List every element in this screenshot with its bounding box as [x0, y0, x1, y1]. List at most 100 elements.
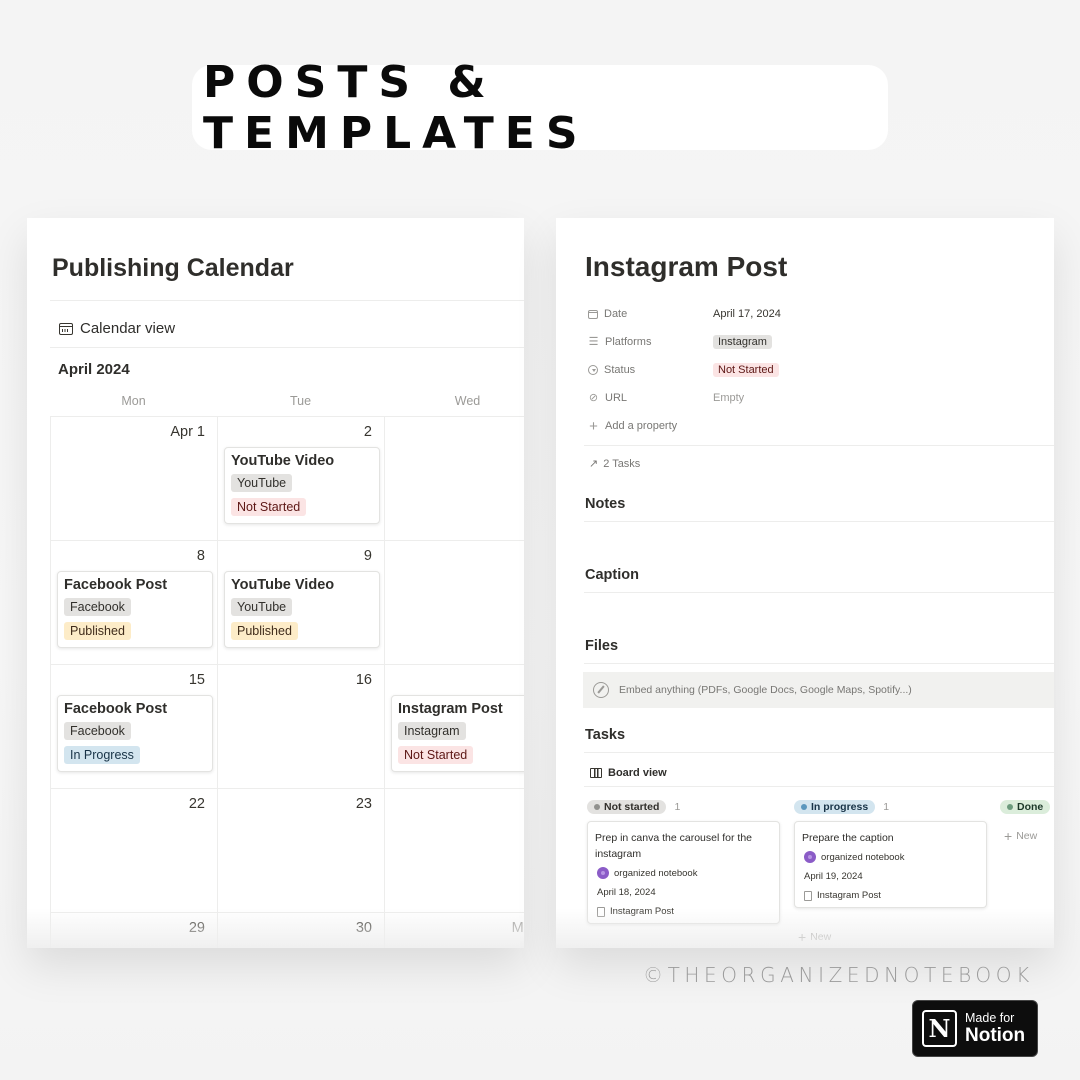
- calendar-day-cell[interactable]: 29: [50, 913, 217, 948]
- divider: [584, 445, 1054, 446]
- calendar-event-card[interactable]: Facebook Post Facebook In Progress: [57, 695, 213, 772]
- avatar: [804, 851, 816, 863]
- event-title: YouTube Video: [231, 577, 335, 593]
- status-dot-icon: [801, 804, 807, 810]
- calendar-day-cell[interactable]: 22: [50, 789, 217, 913]
- calendar-day-cell[interactable]: 23: [217, 789, 384, 913]
- page-title[interactable]: Instagram Post: [585, 251, 787, 283]
- status-badge: Not Started: [398, 746, 474, 764]
- new-task-button[interactable]: +New: [1004, 828, 1037, 844]
- calendar-day-cell[interactable]: May: [384, 913, 524, 948]
- calendar-event-card[interactable]: YouTube Video YouTube Published: [224, 571, 380, 648]
- task-date: April 18, 2024: [597, 887, 656, 898]
- calendar-day-cell[interactable]: 16: [217, 665, 384, 789]
- event-title: Facebook Post: [64, 701, 168, 717]
- status-group-label: Not started: [604, 801, 660, 813]
- embed-block[interactable]: Embed anything (PDFs, Google Docs, Googl…: [583, 672, 1054, 708]
- new-task-button[interactable]: +New: [798, 929, 831, 945]
- calendar-week: 29 30 May: [50, 912, 524, 948]
- platform-tag: Facebook: [64, 598, 131, 616]
- property-date[interactable]: Date April 17, 2024: [588, 300, 1028, 328]
- calendar-day-cell[interactable]: 15 Facebook Post Facebook In Progress: [50, 665, 217, 789]
- tab-board-view[interactable]: Board view: [590, 767, 667, 779]
- task-title: Prep in canva the carousel for the insta…: [595, 832, 753, 860]
- board-column-header[interactable]: In progress 1: [794, 800, 889, 814]
- group-count: 1: [883, 801, 890, 813]
- related-page-link[interactable]: Instagram Post: [802, 890, 978, 901]
- weekday-header: Tue: [289, 394, 312, 408]
- assignee: organized notebook: [595, 867, 771, 879]
- platform-tag[interactable]: Instagram: [713, 335, 772, 349]
- properties: Date April 17, 2024 ☰ Platforms Instagram…: [588, 300, 1028, 440]
- related-page-link[interactable]: Instagram Post: [595, 906, 771, 917]
- property-value[interactable]: April 17, 2024: [713, 308, 781, 320]
- day-number: 16: [355, 672, 372, 688]
- url-field[interactable]: Empty: [713, 392, 744, 404]
- status-group-pill: Done: [1000, 800, 1051, 814]
- divider: [584, 786, 1054, 787]
- plus-icon: +: [798, 929, 807, 945]
- tasks-rollup-link[interactable]: ↗ 2 Tasks: [589, 457, 641, 471]
- calendar-day-cell[interactable]: 30: [217, 913, 384, 948]
- divider: [584, 592, 1054, 593]
- publishing-calendar-panel: Publishing Calendar Calendar view April …: [27, 218, 524, 948]
- day-number: May: [511, 920, 524, 936]
- calendar-day-cell[interactable]: Instagram Post Instagram Not Started: [384, 665, 524, 789]
- day-number: Apr 1: [170, 424, 205, 440]
- board-column-header[interactable]: Done: [1000, 800, 1054, 814]
- status-badge[interactable]: Not Started: [713, 363, 779, 377]
- task-card[interactable]: Prep in canva the carousel for the insta…: [587, 821, 780, 924]
- status-badge: Not Started: [231, 498, 307, 516]
- calendar-grid: Apr 1 2 YouTube Video YouTube Not Started 8 Fa…: [50, 416, 524, 948]
- assignee-name: organized notebook: [821, 851, 905, 863]
- calendar-day-cell[interactable]: Apr 1: [50, 417, 217, 541]
- link-icon: ⊘: [588, 391, 599, 404]
- property-name: Date: [604, 308, 628, 320]
- weekday-header: Mon: [121, 394, 146, 408]
- property-name: URL: [605, 392, 628, 404]
- calendar-day-cell[interactable]: 8 Facebook Post Facebook Published: [50, 541, 217, 665]
- status-icon: [588, 365, 598, 375]
- compass-icon: [593, 682, 609, 698]
- plus-icon: +: [591, 945, 599, 948]
- divider: [50, 300, 524, 301]
- calendar-view-label: Calendar view: [80, 320, 176, 337]
- platform-tag: Facebook: [64, 722, 131, 740]
- avatar: [597, 867, 609, 879]
- status-dot-icon: [1007, 804, 1013, 810]
- calendar-day-cell[interactable]: [384, 417, 524, 541]
- property-status[interactable]: Status Not Started: [588, 356, 1028, 384]
- day-number: 29: [188, 920, 205, 936]
- tasks-count: 2 Tasks: [603, 457, 641, 470]
- new-label: New: [603, 947, 624, 948]
- tab-calendar-view[interactable]: Calendar view: [59, 320, 175, 337]
- made-for-notion-badge: N Made for Notion: [912, 1000, 1038, 1057]
- platform-tag: YouTube: [231, 598, 293, 616]
- related-page-label: Instagram Post: [817, 890, 881, 901]
- calendar-week: 22 23: [50, 788, 524, 913]
- calendar-event-card[interactable]: Instagram Post Instagram Not Started: [391, 695, 524, 772]
- new-task-button[interactable]: + New: [591, 945, 624, 948]
- copyright-text: ©THEORGANIZEDNOTEBOOK: [643, 963, 1034, 987]
- calendar-event-card[interactable]: YouTube Video YouTube Not Started: [224, 447, 380, 524]
- day-number: 2: [363, 424, 372, 440]
- calendar-event-card[interactable]: Facebook Post Facebook Published: [57, 571, 213, 648]
- add-property-button[interactable]: + Add a property: [588, 412, 1028, 440]
- board-column-header[interactable]: Not started 1: [587, 800, 680, 814]
- task-card[interactable]: Prepare the caption organized notebook Apr…: [794, 821, 987, 908]
- calendar-icon: [59, 322, 73, 335]
- notion-logo-icon: N: [922, 1010, 957, 1047]
- property-platforms[interactable]: ☰ Platforms Instagram: [588, 328, 1028, 356]
- calendar-day-cell[interactable]: 2 YouTube Video YouTube Not Started: [217, 417, 384, 541]
- event-title: Facebook Post: [64, 577, 168, 593]
- task-date: April 19, 2024: [804, 871, 863, 882]
- property-url[interactable]: ⊘ URL Empty: [588, 384, 1028, 412]
- calendar-day-cell[interactable]: [384, 541, 524, 665]
- assignee-name: organized notebook: [614, 867, 698, 879]
- new-label: New: [810, 931, 832, 943]
- calendar-day-cell[interactable]: 9 YouTube Video YouTube Published: [217, 541, 384, 665]
- property-name: Platforms: [605, 336, 652, 348]
- badge-big-text: Notion: [965, 1025, 1026, 1047]
- status-badge: Published: [64, 622, 131, 640]
- calendar-day-cell[interactable]: [384, 789, 524, 913]
